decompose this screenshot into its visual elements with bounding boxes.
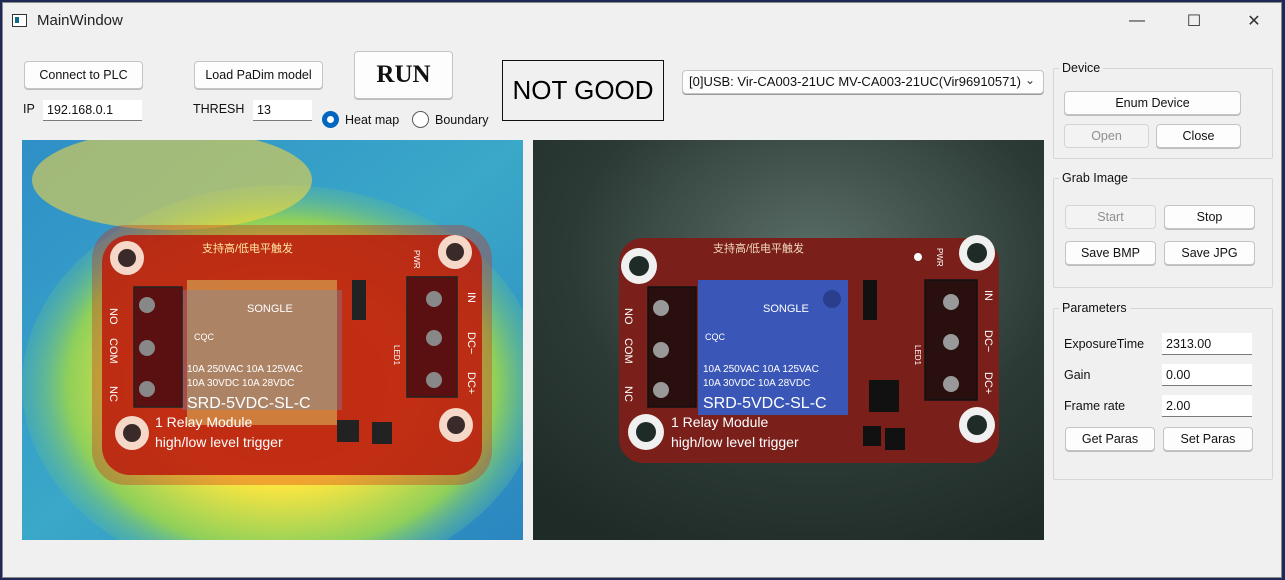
framerate-input[interactable] [1162,395,1252,417]
camera-select[interactable]: [0]USB: Vir-CA003-21UC MV-CA003-21UC(Vir… [682,70,1044,94]
pwr-label: PWR [412,250,421,269]
orig-relay-rating-2: 10A 30VDC 10A 28VDC [703,378,810,389]
orig-pin-label-com: COM [622,338,634,364]
orig-relay-rating-1: 10A 250VAC 10A 125VAC [703,364,819,375]
orig-led-label: LED1 [913,345,922,366]
maximize-icon[interactable]: ☐ [1171,3,1217,39]
device-group-title: Device [1059,61,1104,75]
board-header-text: 支持高/低电平触发 [202,241,293,255]
orig-relay-cert: CQC [705,332,726,342]
run-button[interactable]: RUN [354,51,453,99]
inspection-result: NOT GOOD [502,60,664,121]
camera-image: 支持高/低电平触发 SONGLE CQC 10A 250VAC 10A 125V… [533,140,1044,540]
relay-rating-1: 10A 250VAC 10A 125VAC [187,364,303,375]
enum-device-button[interactable]: Enum Device [1064,91,1241,115]
boundary-radio-label[interactable]: Boundary [435,113,489,127]
orig-pin-label-dcp: DC+ [982,372,994,394]
ip-label: IP [23,102,35,116]
load-model-button[interactable]: Load PaDim model [194,61,323,89]
relay-model: SRD-5VDC-SL-C [187,395,311,412]
gain-label: Gain [1064,368,1091,382]
orig-pin-label-nc: NC [622,386,634,402]
save-bmp-button[interactable]: Save BMP [1065,241,1156,265]
orig-board-caption-2: high/low level trigger [671,434,799,450]
framerate-label: Frame rate [1064,399,1126,413]
led-label: LED1 [392,345,401,366]
relay-rating-2: 10A 30VDC 10A 28VDC [187,378,294,389]
pin-label-com: COM [107,338,119,364]
grab-group-title: Grab Image [1059,171,1132,185]
heatmap-image-panel: NO COM NC IN DC− DC+ 支持高/低电平触发 SONGLE CQ… [22,140,523,540]
pin-label-nc: NC [107,386,119,402]
pin-label-dcp: DC+ [465,372,477,394]
relay-brand: SONGLE [247,303,293,315]
gain-input[interactable] [1162,364,1252,386]
grab-group [1053,178,1273,288]
title-bar: MainWindow — ☐ ✕ [3,3,1281,39]
main-window: MainWindow — ☐ ✕ Connect to PLC Load PaD… [2,2,1282,578]
heatmap-radio-label[interactable]: Heat map [345,113,399,127]
pin-label-dcm: DC− [465,332,477,354]
chevron-down-icon: ⌄ [1024,73,1035,87]
save-jpg-button[interactable]: Save JPG [1164,241,1255,265]
relay-cert: CQC [194,332,215,342]
exposure-input[interactable] [1162,333,1252,355]
orig-relay-model: SRD-5VDC-SL-C [703,395,827,412]
pin-label-no: NO [107,308,119,325]
connect-plc-button[interactable]: Connect to PLC [24,61,143,89]
app-window-icon [12,14,27,27]
camera-image-panel: 支持高/低电平触发 SONGLE CQC 10A 250VAC 10A 125V… [533,140,1044,540]
board-caption-1: 1 Relay Module [155,414,252,430]
orig-pin-label-in: IN [982,290,994,301]
orig-pwr-label: PWR [935,248,944,267]
set-paras-button[interactable]: Set Paras [1163,427,1253,451]
open-device-button[interactable]: Open [1064,124,1149,148]
exposure-label: ExposureTime [1064,337,1145,351]
orig-pin-label-dcm: DC− [982,330,994,352]
orig-board-caption-1: 1 Relay Module [671,414,768,430]
heatmap-radio[interactable] [322,111,339,128]
close-window-icon[interactable]: ✕ [1231,3,1277,39]
start-grab-button[interactable]: Start [1065,205,1156,229]
boundary-radio[interactable] [412,111,429,128]
thresh-label: THRESH [193,102,245,116]
orig-pin-label-no: NO [622,308,634,325]
orig-relay-brand: SONGLE [763,303,809,315]
window-title: MainWindow [37,12,123,29]
board-caption-2: high/low level trigger [155,434,283,450]
orig-board-header-text: 支持高/低电平触发 [713,241,804,255]
thresh-input[interactable] [253,100,312,121]
ip-input[interactable] [43,100,142,121]
heatmap-image: NO COM NC IN DC− DC+ 支持高/低电平触发 SONGLE CQ… [22,140,523,540]
get-paras-button[interactable]: Get Paras [1065,427,1155,451]
parameters-group-title: Parameters [1059,301,1130,315]
stop-grab-button[interactable]: Stop [1164,205,1255,229]
close-device-button[interactable]: Close [1156,124,1241,148]
pin-label-in: IN [465,292,477,303]
camera-select-value: [0]USB: Vir-CA003-21UC MV-CA003-21UC(Vir… [689,74,1021,89]
minimize-icon[interactable]: — [1114,3,1160,39]
